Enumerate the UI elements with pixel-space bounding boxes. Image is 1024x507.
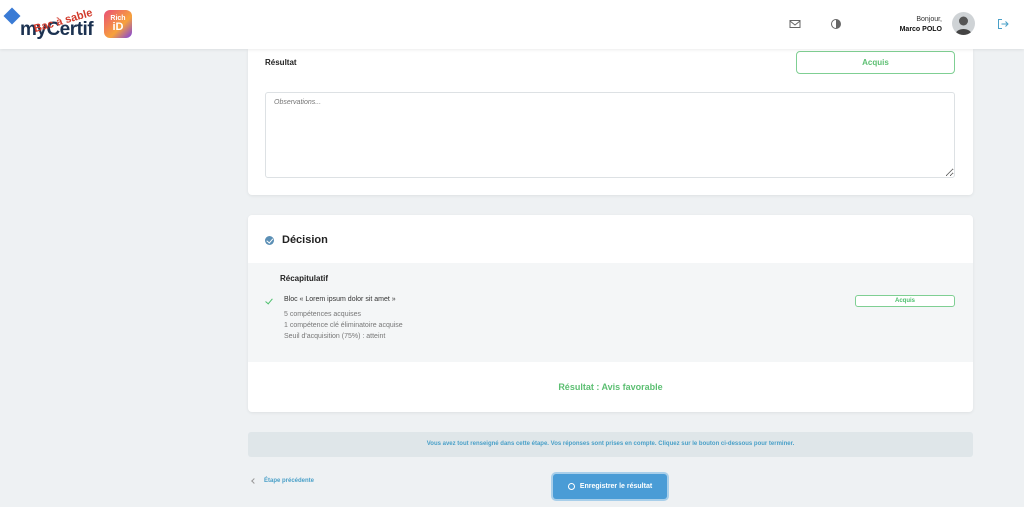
decision-card: Décision Récapitulatif Bloc « Lorem ipsu… — [248, 215, 973, 412]
mycertif-logo[interactable]: myCertif Bac à sable — [3, 7, 102, 42]
logout-icon[interactable] — [997, 17, 1011, 31]
save-result-label: Enregistrer le résultat — [579, 483, 653, 490]
observations-field[interactable] — [265, 92, 955, 178]
richid-bottom-text: iD — [112, 21, 124, 33]
mail-icon[interactable] — [789, 17, 803, 31]
bloc-status-badge: Acquis — [855, 295, 955, 307]
result-card: Résultat Acquis — [248, 49, 973, 195]
recap-title: Récapitulatif — [280, 274, 329, 283]
recap-panel: Récapitulatif Bloc « Lorem ipsum dolor s… — [248, 263, 973, 362]
logo-mark-icon — [3, 7, 21, 25]
result-label: Résultat — [265, 58, 297, 67]
save-result-button[interactable]: Enregistrer le résultat — [553, 474, 667, 499]
user-name: Marco POLO — [899, 26, 942, 33]
completion-info-message: Vous avez tout renseigné dans cette étap… — [248, 432, 973, 457]
decision-result: Résultat : Avis favorable — [558, 382, 663, 392]
greeting-text: Bonjour, — [916, 16, 942, 23]
check-circle-outline-icon — [567, 483, 575, 490]
previous-step-link[interactable]: Étape précédente — [251, 478, 315, 484]
decision-title: Décision — [282, 234, 328, 246]
theme-toggle-icon[interactable] — [830, 17, 844, 31]
richid-logo[interactable]: Rich iD — [104, 10, 132, 38]
checkmark-icon — [265, 296, 273, 305]
chevron-left-icon — [251, 478, 257, 484]
bloc-name: Bloc « Lorem ipsum dolor sit amet » — [284, 296, 396, 303]
bloc-detail-competences: 5 compétences acquises — [284, 311, 362, 318]
decision-header: Décision — [265, 233, 328, 247]
previous-step-label: Étape précédente — [264, 478, 315, 484]
check-circle-icon — [265, 235, 274, 245]
avatar[interactable] — [952, 12, 975, 35]
bloc-detail-eliminatory: 1 compétence clé éliminatoire acquise — [284, 322, 403, 329]
bloc-detail-threshold: Seuil d'acquisition (75%) : atteint — [284, 333, 386, 340]
user-greeting: Bonjour, Marco POLO — [880, 15, 942, 35]
top-bar: myCertif Bac à sable Rich iD Bonjour, Ma… — [0, 0, 1024, 49]
acquis-status-button[interactable]: Acquis — [796, 51, 955, 74]
